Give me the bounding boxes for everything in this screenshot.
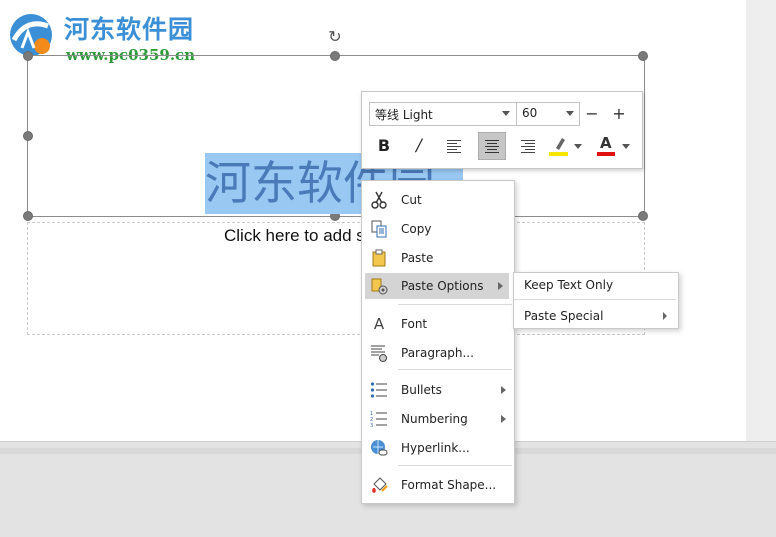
highlight-color-button[interactable] <box>546 134 582 158</box>
menu-item-label: Copy <box>401 222 432 236</box>
align-left-button[interactable] <box>443 134 467 158</box>
vertical-scroll-area[interactable] <box>746 0 776 441</box>
menu-item-copy[interactable]: Copy <box>362 216 512 242</box>
font-size-value: 60 <box>522 106 538 120</box>
align-center-button[interactable] <box>478 132 506 160</box>
resize-handle-bottom-right[interactable] <box>638 211 648 221</box>
menu-item-label: Format Shape... <box>401 478 497 492</box>
font-name-combo[interactable]: 等线 Light <box>369 102 517 126</box>
numbering-icon: 1 2 3 <box>370 411 387 428</box>
menu-item-cut[interactable]: Cut <box>362 187 512 213</box>
watermark-title: 河东软件园 <box>64 15 195 44</box>
menu-item-font[interactable]: A Font <box>362 311 512 337</box>
submenu-arrow-icon <box>498 282 503 290</box>
paste-options-icon <box>371 278 388 295</box>
bold-button[interactable]: B <box>372 134 396 158</box>
submenu-item-keep-text-only[interactable]: Keep Text Only <box>514 273 676 297</box>
menu-item-paragraph[interactable]: Paragraph... <box>362 340 512 366</box>
font-color-glyph: A <box>600 134 612 152</box>
menu-item-label: Paragraph... <box>401 346 474 360</box>
menu-item-bullets[interactable]: Bullets <box>362 377 512 403</box>
menu-item-numbering[interactable]: 1 2 3 Numbering <box>362 406 512 432</box>
submenu-item-label: Paste Special <box>524 309 604 323</box>
bullets-icon <box>370 382 387 398</box>
resize-handle-bottom-left[interactable] <box>23 211 33 221</box>
submenu-arrow-icon <box>501 415 506 423</box>
submenu-arrow-icon <box>663 312 667 320</box>
resize-handle-top-right[interactable] <box>638 51 648 61</box>
resize-handle-top-left[interactable] <box>23 51 33 61</box>
menu-item-label: Font <box>401 317 428 331</box>
menu-item-paste[interactable]: Paste <box>362 245 512 271</box>
menu-separator <box>398 465 512 466</box>
menu-item-format-shape[interactable]: Format Shape... <box>362 472 512 498</box>
menu-item-label: Hyperlink... <box>401 441 470 455</box>
menu-item-hyperlink[interactable]: Hyperlink... <box>362 435 512 461</box>
highlighter-icon <box>549 138 568 156</box>
font-icon: A <box>373 315 385 333</box>
menu-item-paste-options[interactable]: Paste Options <box>365 273 509 299</box>
menu-separator <box>398 369 512 370</box>
submenu-item-label: Keep Text Only <box>524 278 614 292</box>
submenu-item-paste-special[interactable]: Paste Special <box>514 304 676 328</box>
menu-separator <box>514 299 676 300</box>
chevron-down-icon[interactable] <box>502 111 510 116</box>
decrease-font-size-button[interactable]: − <box>581 103 603 125</box>
menu-item-label: Paste Options <box>401 279 484 293</box>
menu-item-label: Cut <box>401 193 422 207</box>
font-size-combo[interactable]: 60 <box>516 102 580 126</box>
font-name-value: 等线 Light <box>375 108 433 122</box>
chevron-down-icon[interactable] <box>574 144 582 149</box>
chevron-down-icon[interactable] <box>622 144 630 149</box>
rotate-handle-icon[interactable]: ↻ <box>327 29 343 45</box>
copy-icon <box>371 220 387 238</box>
submenu-arrow-icon <box>501 386 506 394</box>
menu-item-label: Numbering <box>401 412 468 426</box>
svg-text:3: 3 <box>370 423 373 428</box>
hyperlink-icon <box>371 440 388 456</box>
resize-handle-left[interactable] <box>23 131 33 141</box>
format-shape-icon <box>372 477 388 493</box>
font-color-button[interactable]: A <box>594 134 630 158</box>
resize-handle-top[interactable] <box>330 51 340 61</box>
scissors-icon <box>371 191 387 209</box>
italic-button[interactable]: / <box>407 134 431 158</box>
menu-item-label: Bullets <box>401 383 442 397</box>
clipboard-icon <box>372 249 386 267</box>
menu-item-label: Paste <box>401 251 434 265</box>
increase-font-size-button[interactable]: + <box>608 103 630 125</box>
align-right-button[interactable] <box>515 134 539 158</box>
paragraph-icon <box>371 345 387 362</box>
chevron-down-icon[interactable] <box>566 111 574 116</box>
menu-separator <box>398 304 512 305</box>
font-color-swatch <box>597 152 615 156</box>
